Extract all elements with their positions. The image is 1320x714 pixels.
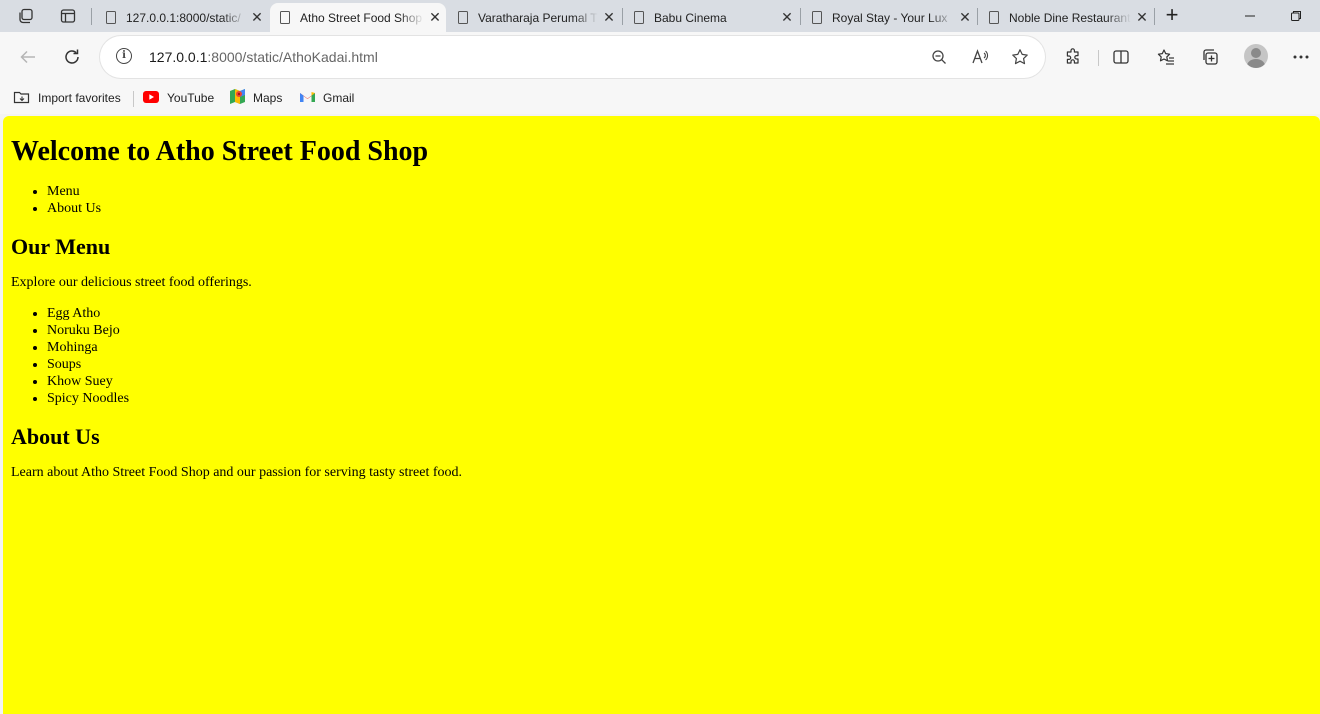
document-icon xyxy=(812,11,822,24)
tab-royal-stay[interactable]: Royal Stay - Your Lux ✕ xyxy=(802,3,976,32)
tab-local-static[interactable]: 127.0.0.1:8000/static/ ✕ xyxy=(96,3,268,32)
restore-icon[interactable] xyxy=(1273,4,1319,28)
favorite-label: Gmail xyxy=(323,91,355,105)
menu-heading: Our Menu xyxy=(11,234,111,259)
close-icon[interactable]: ✕ xyxy=(424,9,446,26)
about-text: Learn about Atho Street Food Shop and ou… xyxy=(11,465,463,480)
import-favorites-icon xyxy=(13,89,30,107)
collections-icon[interactable] xyxy=(1196,43,1224,71)
favorite-label: YouTube xyxy=(167,91,215,105)
favorite-label: Import favorites xyxy=(38,91,121,105)
about-heading: About Us xyxy=(11,424,100,449)
page-title: Welcome to Atho Street Food Shop xyxy=(11,136,429,167)
profile-avatar[interactable] xyxy=(1244,44,1268,68)
document-icon xyxy=(458,11,468,24)
url-host: 127.0.0.1 xyxy=(149,49,208,65)
menu-item: Mohinga xyxy=(47,339,1312,356)
close-icon[interactable]: ✕ xyxy=(954,9,976,26)
minimize-icon[interactable] xyxy=(1227,4,1273,28)
menu-item: Egg Atho xyxy=(47,305,1312,322)
zoom-out-icon[interactable] xyxy=(927,46,951,68)
tab-title: Varatharaja Perumal T xyxy=(478,10,598,25)
gmail-icon xyxy=(300,91,315,106)
url-path: :8000/static/AthoKadai.html xyxy=(207,49,378,65)
tab-atho-street-food-shop[interactable]: Atho Street Food Shop ✕ xyxy=(270,3,446,32)
close-icon[interactable]: ✕ xyxy=(776,9,798,26)
tab-title: Noble Dine Restaurant xyxy=(1009,10,1131,25)
page-viewport: Welcome to Atho Street Food Shop Menu Ab… xyxy=(3,116,1320,714)
close-icon[interactable]: ✕ xyxy=(1131,9,1153,26)
menu-item: Khow Suey xyxy=(47,373,1312,390)
favorite-youtube[interactable]: YouTube xyxy=(143,88,214,108)
menu-list: Egg Atho Noruku Bejo Mohinga Soups Khow … xyxy=(11,305,1312,407)
site-info-icon[interactable]: i xyxy=(116,48,132,64)
workspaces-icon[interactable] xyxy=(12,4,40,28)
nav-item-menu[interactable]: Menu xyxy=(47,183,1312,200)
favorites-list-icon[interactable] xyxy=(1152,43,1180,71)
tab-title: 127.0.0.1:8000/static/ xyxy=(126,10,241,25)
url-text[interactable]: 127.0.0.1:8000/static/AthoKadai.html xyxy=(149,49,378,65)
close-icon[interactable]: ✕ xyxy=(598,9,620,26)
tab-varatharaja-perumal[interactable]: Varatharaja Perumal T ✕ xyxy=(448,3,620,32)
vertical-tabs-icon[interactable] xyxy=(54,4,82,28)
close-icon[interactable]: ✕ xyxy=(246,9,268,26)
new-tab-button[interactable]: + xyxy=(1160,4,1184,28)
tab-title: Atho Street Food Shop xyxy=(300,10,423,25)
favorite-import-favorites[interactable]: Import favorites xyxy=(13,88,121,108)
tab-strip: 127.0.0.1:8000/static/ ✕ Atho Street Foo… xyxy=(0,0,1320,32)
browser-toolbar: i 127.0.0.1:8000/static/AthoKadai.html xyxy=(0,32,1320,82)
youtube-icon xyxy=(143,90,159,106)
favorite-maps[interactable]: Maps xyxy=(230,88,282,108)
more-options-icon[interactable] xyxy=(1287,43,1315,71)
tab-title: Royal Stay - Your Lux xyxy=(832,10,948,25)
split-screen-icon[interactable] xyxy=(1107,43,1135,71)
document-icon xyxy=(280,11,290,24)
favorite-gmail[interactable]: Gmail xyxy=(300,88,354,108)
document-icon xyxy=(106,11,116,24)
tab-babu-cinema[interactable]: Babu Cinema ✕ xyxy=(624,3,798,32)
menu-item: Noruku Bejo xyxy=(47,322,1312,339)
favorite-star-icon[interactable] xyxy=(1008,46,1032,68)
tab-noble-dine-restaurant[interactable]: Noble Dine Restaurant ✕ xyxy=(979,3,1153,32)
favorite-label: Maps xyxy=(253,91,283,105)
site-nav: Menu About Us xyxy=(11,183,1312,217)
extensions-icon[interactable] xyxy=(1059,43,1087,71)
menu-intro: Explore our delicious street food offeri… xyxy=(11,275,252,290)
document-icon xyxy=(989,11,999,24)
refresh-icon[interactable] xyxy=(58,43,86,71)
address-bar[interactable]: i 127.0.0.1:8000/static/AthoKadai.html xyxy=(100,36,1045,78)
read-aloud-icon[interactable] xyxy=(968,46,992,68)
nav-item-about-us[interactable]: About Us xyxy=(47,200,1312,217)
back-icon[interactable] xyxy=(14,43,42,71)
favorites-bar: Import favorites YouTube Maps Gmail xyxy=(0,82,1320,114)
menu-item: Soups xyxy=(47,356,1312,373)
document-icon xyxy=(634,11,644,24)
tab-title: Babu Cinema xyxy=(654,10,727,25)
menu-item: Spicy Noodles xyxy=(47,390,1312,407)
maps-icon xyxy=(230,89,245,107)
